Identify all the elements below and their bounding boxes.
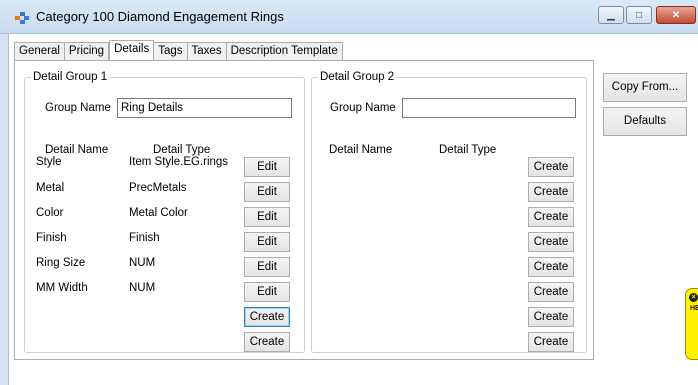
tab-description-template[interactable]: Description Template [226,42,343,60]
help-label: HELP [690,305,698,312]
tab-tags[interactable]: Tags [154,42,188,60]
tab-general[interactable]: General [14,42,65,60]
group-2-name-label: Group Name [330,102,396,114]
tab-details[interactable]: Details [109,40,155,61]
create-button[interactable]: Create [528,307,574,327]
create-button[interactable]: Create [244,332,290,352]
group-1-name-field[interactable]: Ring Details [117,98,292,118]
create-button[interactable]: Create [528,332,574,352]
tab-strip: General Pricing Details Tags Taxes Descr… [14,38,343,61]
title-bar[interactable]: Category 100 Diamond Engagement Rings ▁ … [0,0,698,34]
tab-taxes[interactable]: Taxes [187,42,227,60]
detail-type: NUM [129,257,156,269]
detail-group-2: Detail Group 2 Group Name Detail Name De… [311,70,587,353]
group-2-title: Detail Group 2 [318,70,397,84]
detail-name: Finish [36,232,67,244]
detail-name: MM Width [36,282,88,294]
edit-button[interactable]: Edit [244,157,290,177]
detail-type: PrecMetals [129,182,187,194]
group-2-col-type: Detail Type [439,144,497,156]
defaults-button[interactable]: Defaults [603,107,687,136]
window-left-border [0,34,9,385]
group-2-name-field[interactable] [402,98,576,118]
close-button[interactable]: ✕ [656,6,696,24]
close-icon[interactable]: × [689,293,698,302]
details-panel: Detail Group 1 Group Name Ring Details D… [14,60,594,360]
create-button[interactable]: Create [244,307,290,327]
edit-button[interactable]: Edit [244,282,290,302]
edit-button[interactable]: Edit [244,257,290,277]
minimize-icon: ▁ [607,9,615,21]
app-icon [15,12,29,24]
maximize-icon: □ [635,9,643,21]
window-title: Category 100 Diamond Engagement Rings [36,9,284,24]
detail-type: Item Style.EG.rings [129,156,229,168]
detail-type: Finish [129,232,160,244]
detail-name: Metal [36,182,65,194]
create-button[interactable]: Create [528,282,574,302]
maximize-button[interactable]: □ [626,6,652,24]
minimize-button[interactable]: ▁ [598,6,624,24]
detail-name: Color [36,207,64,219]
group-1-name-label: Group Name [45,102,111,114]
detail-group-1: Detail Group 1 Group Name Ring Details D… [24,70,305,353]
edit-button[interactable]: Edit [244,182,290,202]
copy-from-button[interactable]: Copy From... [603,73,687,102]
create-button[interactable]: Create [528,157,574,177]
edit-button[interactable]: Edit [244,207,290,227]
edit-button[interactable]: Edit [244,232,290,252]
create-button[interactable]: Create [528,257,574,277]
create-button[interactable]: Create [528,207,574,227]
window: Category 100 Diamond Engagement Rings ▁ … [0,0,698,385]
tab-pricing[interactable]: Pricing [64,42,110,60]
detail-type: NUM [129,282,156,294]
create-button[interactable]: Create [528,232,574,252]
detail-type: Metal Color [129,207,188,219]
group-1-title: Detail Group 1 [31,70,110,84]
detail-name: Style [36,156,62,168]
create-button[interactable]: Create [528,182,574,202]
close-icon: ✕ [671,9,681,21]
detail-name: Ring Size [36,257,86,269]
help-tab[interactable]: × HELP [685,288,698,360]
group-2-col-name: Detail Name [329,144,393,156]
